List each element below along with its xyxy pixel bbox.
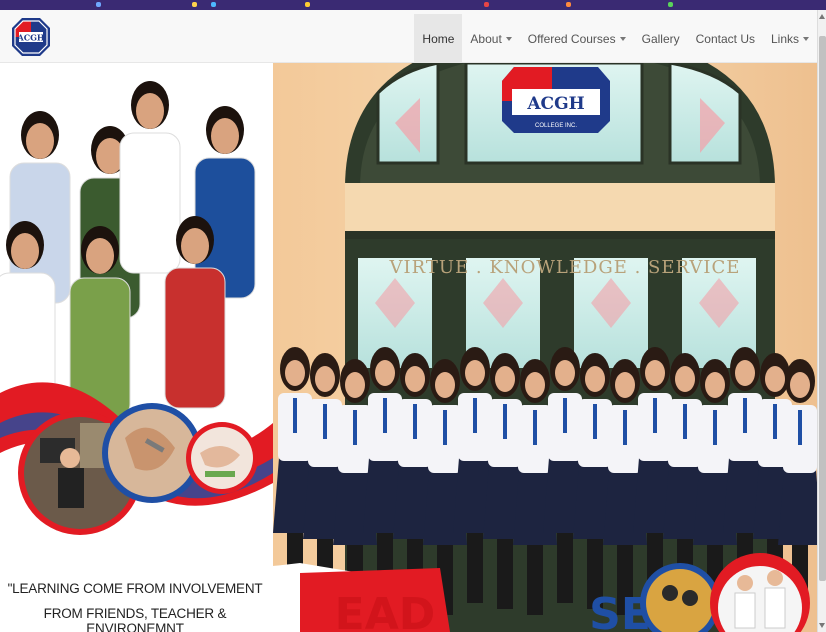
nav-item-links[interactable]: Links [763,14,817,64]
caret-down-icon [505,37,512,41]
nav-label: Links [770,32,799,46]
bookmark-icon[interactable] [484,2,489,7]
nav-label: Offered Courses [527,32,616,46]
svg-text:ACGH: ACGH [17,33,45,43]
quote-line-1: "LEARNING COME FROM INVOLVEMENT [7,581,263,596]
main-nav: Home About Offered Courses Gallery Contact U… [414,14,817,64]
nav-label: Contact Us [695,32,755,46]
scroll-down-icon[interactable] [819,623,825,628]
nav-label: Home [422,32,455,46]
banner-text-left: EAD [335,589,436,632]
svg-text:COLLEGE INC.: COLLEGE INC. [535,123,577,129]
nav-item-offered-courses[interactable]: Offered Courses [520,14,634,64]
school-logo-icon[interactable]: ACGH [10,16,52,58]
nav-item-home[interactable]: Home [414,14,463,64]
bookmark-icon[interactable] [211,2,216,7]
bookmark-icon[interactable] [96,2,101,7]
caret-down-icon [619,37,626,41]
bookmark-icon[interactable] [566,2,571,7]
nav-label: About [470,32,502,46]
motto-text: VIRTUE . KNOWLEDGE . SERVICE [389,257,741,278]
scrollbar-thumb[interactable] [819,36,826,581]
hero-banner: ACGH COLLEGE INC. EAD SE VIRTUE . KNOWLE… [0,63,817,632]
page-scrollbar[interactable] [817,10,826,632]
caret-down-icon [803,37,809,41]
scroll-up-icon[interactable] [819,14,825,19]
browser-bookmarks-strip [0,0,826,10]
building-logo-icon: ACGH COLLEGE INC. [502,67,610,133]
quote-line-2: FROM FRIENDS, TEACHER & ENVIRONEMNT [43,606,227,632]
hero-illustration: ACGH COLLEGE INC. EAD SE [0,63,817,632]
site-navbar: ACGH Home About Offered Courses Gallery Cont… [0,10,817,64]
nav-item-gallery[interactable]: Gallery [634,14,688,64]
bookmark-icon[interactable] [192,2,197,7]
nav-label: Gallery [641,32,680,46]
bookmark-icon[interactable] [668,2,673,7]
bookmark-icon[interactable] [305,2,310,7]
course-photo-circle [186,422,258,494]
nav-item-contact-us[interactable]: Contact Us [688,14,763,64]
nav-item-about[interactable]: About [462,14,519,64]
svg-text:ACGH: ACGH [526,94,584,114]
